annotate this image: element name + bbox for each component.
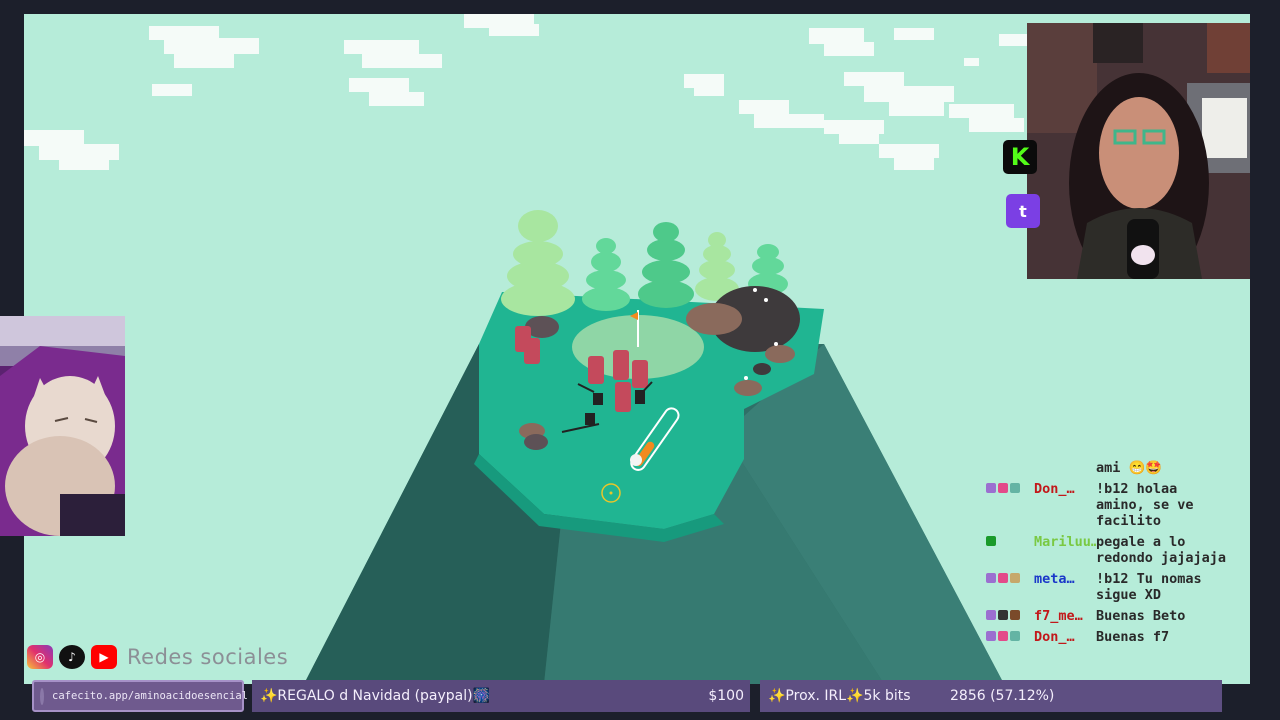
bottom-bar: cafecito.app/aminoacidoesencial ✨REGALO … bbox=[30, 680, 1224, 714]
kick-icon: K bbox=[1003, 140, 1037, 174]
goal-donation-label: ✨REGALO d Navidad (paypal)🎆 bbox=[260, 688, 491, 704]
chat-badges bbox=[986, 460, 1034, 476]
chat-badge-icon bbox=[986, 610, 996, 620]
cafecito-url: cafecito.app/aminoacidoesencial bbox=[52, 690, 248, 702]
chat-badge-icon bbox=[998, 631, 1008, 641]
chat-badge-icon bbox=[986, 483, 996, 493]
goal-bits-progress: 2856 (57.12%) bbox=[950, 688, 1055, 704]
chat-text: !b12 Tu nomas sigue XD bbox=[1096, 571, 1202, 603]
chat-text: Buenas Beto bbox=[1096, 608, 1186, 624]
chat-message: Don_… Buenas f7 bbox=[986, 629, 1231, 645]
chat-username: Don_… bbox=[1034, 481, 1075, 497]
chat-badge-icon bbox=[986, 631, 996, 641]
goal-bits: ✨Prox. IRL✨5k bits 2856 (57.12%) bbox=[760, 680, 1222, 712]
socials-row: ◎ ♪ ▶ Redes sociales bbox=[27, 645, 288, 669]
chat-username: Don_… bbox=[1034, 629, 1075, 645]
chat-message: Mariluu… pegale a lo redondo jajajaja bbox=[986, 534, 1231, 566]
chat-badges bbox=[986, 571, 1034, 603]
chat-message: meta… !b12 Tu nomas sigue XD bbox=[986, 571, 1231, 603]
chat-badge-icon bbox=[1010, 610, 1020, 620]
chat-username: f7_me… bbox=[1034, 608, 1083, 624]
chat-username: meta… bbox=[1034, 571, 1075, 587]
chat-username bbox=[1034, 460, 1096, 476]
chat-message: ami 😁🤩 bbox=[986, 460, 1231, 476]
chat-badge-icon bbox=[986, 536, 996, 546]
cafecito-link[interactable]: cafecito.app/aminoacidoesencial bbox=[32, 680, 248, 712]
twitch-icon: t bbox=[1006, 194, 1040, 228]
chat-badge-icon bbox=[998, 483, 1008, 493]
streamer-webcam bbox=[1027, 23, 1250, 279]
chat-badge-icon bbox=[1010, 631, 1020, 641]
chat-badge-icon bbox=[998, 573, 1008, 583]
chat-text: pegale a lo redondo jajajaja bbox=[1096, 534, 1227, 566]
stream-layout: K t ami 😁🤩 Don_… !b12 holaa amino, se ve f… bbox=[0, 0, 1280, 720]
chat-text: Buenas f7 bbox=[1096, 629, 1170, 645]
goal-bits-label: ✨Prox. IRL✨5k bits bbox=[768, 688, 911, 704]
chat-text: ami 😁🤩 bbox=[1096, 460, 1163, 476]
chat-text: !b12 holaa amino, se ve facilito bbox=[1096, 481, 1194, 529]
socials-label: Redes sociales bbox=[127, 645, 289, 669]
chat-badges bbox=[986, 481, 1034, 529]
chat-message: f7_me… Buenas Beto bbox=[986, 608, 1231, 624]
goal-donation-amount: $100 bbox=[708, 688, 744, 704]
chat-badges bbox=[986, 629, 1034, 645]
tiktok-icon[interactable]: ♪ bbox=[59, 645, 85, 669]
chat-username: Mariluu… bbox=[1034, 534, 1096, 550]
chat-badge-icon bbox=[986, 573, 996, 583]
youtube-icon[interactable]: ▶ bbox=[91, 645, 117, 669]
chat-badges bbox=[986, 534, 1034, 566]
chat-badge-icon bbox=[998, 610, 1008, 620]
clouds bbox=[24, 14, 1039, 170]
chat-message: Don_… !b12 holaa amino, se ve facilito bbox=[986, 481, 1231, 529]
goal-donation: ✨REGALO d Navidad (paypal)🎆 $100 bbox=[252, 680, 750, 712]
instagram-icon[interactable]: ◎ bbox=[27, 645, 53, 669]
chat-badge-icon bbox=[1010, 483, 1020, 493]
chat-badges bbox=[986, 608, 1034, 624]
cat-webcam bbox=[0, 316, 125, 536]
coffee-icon bbox=[40, 687, 44, 705]
golf-ball[interactable] bbox=[630, 454, 642, 466]
chat-badge-icon bbox=[1010, 573, 1020, 583]
chat-feed: ami 😁🤩 Don_… !b12 holaa amino, se ve facil… bbox=[986, 460, 1231, 650]
